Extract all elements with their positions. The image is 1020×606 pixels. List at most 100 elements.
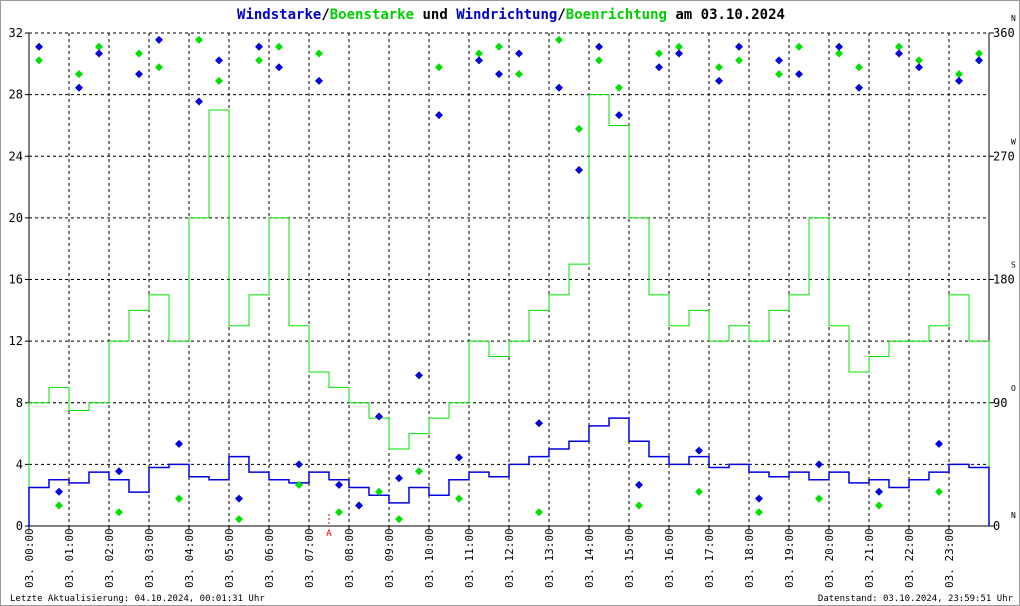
direction-point [395, 515, 403, 524]
x-tick-label: 03. 12:00 [503, 528, 516, 588]
title-part: / [321, 7, 329, 23]
direction-point [895, 42, 903, 51]
direction-point [715, 76, 723, 85]
x-tick-label: 03. 19:00 [783, 528, 796, 588]
direction-point [875, 501, 883, 510]
y-tick-label: 0 [16, 519, 23, 533]
direction-point [295, 460, 303, 469]
grid [29, 32, 989, 526]
y-tick-label: 28 [9, 88, 23, 102]
direction-point [515, 49, 523, 58]
direction-point [935, 487, 943, 496]
direction-point [95, 49, 103, 58]
direction-point [135, 70, 143, 79]
direction-point [175, 494, 183, 503]
direction-point [535, 508, 543, 517]
direction-point [475, 49, 483, 58]
direction-point [435, 111, 443, 120]
direction-point [615, 111, 623, 120]
x-tick-label: 03. 05:00 [223, 528, 236, 588]
direction-point [75, 70, 83, 79]
x-tick-label: 03. 16:00 [663, 528, 676, 588]
direction-point [235, 515, 243, 524]
title-part: Windstarke [237, 7, 321, 23]
direction-point [195, 35, 203, 44]
direction-point [855, 83, 863, 92]
direction-point [495, 70, 503, 79]
direction-point [695, 487, 703, 496]
direction-point [715, 63, 723, 72]
direction-point [315, 49, 323, 58]
direction-point [515, 70, 523, 79]
direction-point [335, 508, 343, 517]
direction-point [915, 63, 923, 72]
title-part: am 03.10.2024 [667, 7, 785, 23]
direction-point [655, 63, 663, 72]
y-tick-label: 20 [9, 211, 23, 225]
x-tick-label: 03. 14:00 [583, 528, 596, 588]
x-tick-label: 03. 08:00 [343, 528, 356, 588]
direction-point [915, 56, 923, 65]
direction-point [555, 83, 563, 92]
direction-point [875, 487, 883, 496]
x-tick-label: 03. 04:00 [183, 528, 196, 588]
direction-point [55, 487, 63, 496]
direction-point [795, 42, 803, 51]
x-tick-label: 03. 02:00 [103, 528, 116, 588]
direction-point [555, 35, 563, 44]
direction-point [475, 56, 483, 65]
direction-point [775, 56, 783, 65]
direction-label: O [1011, 384, 1016, 393]
direction-point [455, 453, 463, 462]
direction-point [815, 460, 823, 469]
direction-point [355, 501, 363, 510]
direction-point [815, 494, 823, 503]
y-tick-label: 32 [9, 26, 23, 40]
wind-chart: Windstarke/Boenstarke und Windrichtung/B… [9, 7, 1016, 588]
direction-point [755, 508, 763, 517]
x-tick-label: 03. 17:00 [703, 528, 716, 588]
direction-point [255, 56, 263, 65]
x-tick-label: 03. 06:00 [263, 528, 276, 588]
direction-point [455, 494, 463, 503]
direction-point [655, 49, 663, 58]
direction-point [955, 76, 963, 85]
y-tick-label: 8 [16, 396, 23, 410]
x-tick-label: 03. 03:00 [143, 528, 156, 588]
direction-point [575, 124, 583, 133]
direction-point [335, 480, 343, 489]
x-tick-label: 03. 23:00 [943, 528, 956, 588]
x-tick-label: 03. 15:00 [623, 528, 636, 588]
x-tick-label: 03. 20:00 [823, 528, 836, 588]
direction-point [615, 83, 623, 92]
y2-tick-label: 90 [993, 396, 1007, 410]
x-tick-label: 03. 21:00 [863, 528, 876, 588]
direction-point [35, 56, 43, 65]
x-tick-label: 03. 00:00 [23, 528, 36, 588]
chart-container: Windstarke/Boenstarke und Windrichtung/B… [0, 0, 1020, 606]
title-part: und [414, 7, 456, 23]
direction-point [135, 49, 143, 58]
y-tick-label: 16 [9, 273, 23, 287]
y2-tick-label: 270 [993, 149, 1015, 163]
x-tick-label: 03. 18:00 [743, 528, 756, 588]
direction-point [35, 42, 43, 51]
direction-label: N [1011, 14, 1016, 23]
direction-point [435, 63, 443, 72]
direction-point [115, 467, 123, 476]
title-part: / [557, 7, 565, 23]
direction-point [95, 42, 103, 51]
direction-point [735, 56, 743, 65]
direction-point [695, 446, 703, 455]
direction-point [375, 412, 383, 421]
direction-point [495, 42, 503, 51]
direction-point [395, 474, 403, 483]
chart-title: Windstarke/Boenstarke und Windrichtung/B… [237, 7, 785, 23]
direction-point [795, 70, 803, 79]
direction-point [155, 63, 163, 72]
direction-point [215, 56, 223, 65]
direction-point [855, 63, 863, 72]
direction-point [195, 97, 203, 106]
x-tick-label: 03. 13:00 [543, 528, 556, 588]
direction-point [675, 42, 683, 51]
